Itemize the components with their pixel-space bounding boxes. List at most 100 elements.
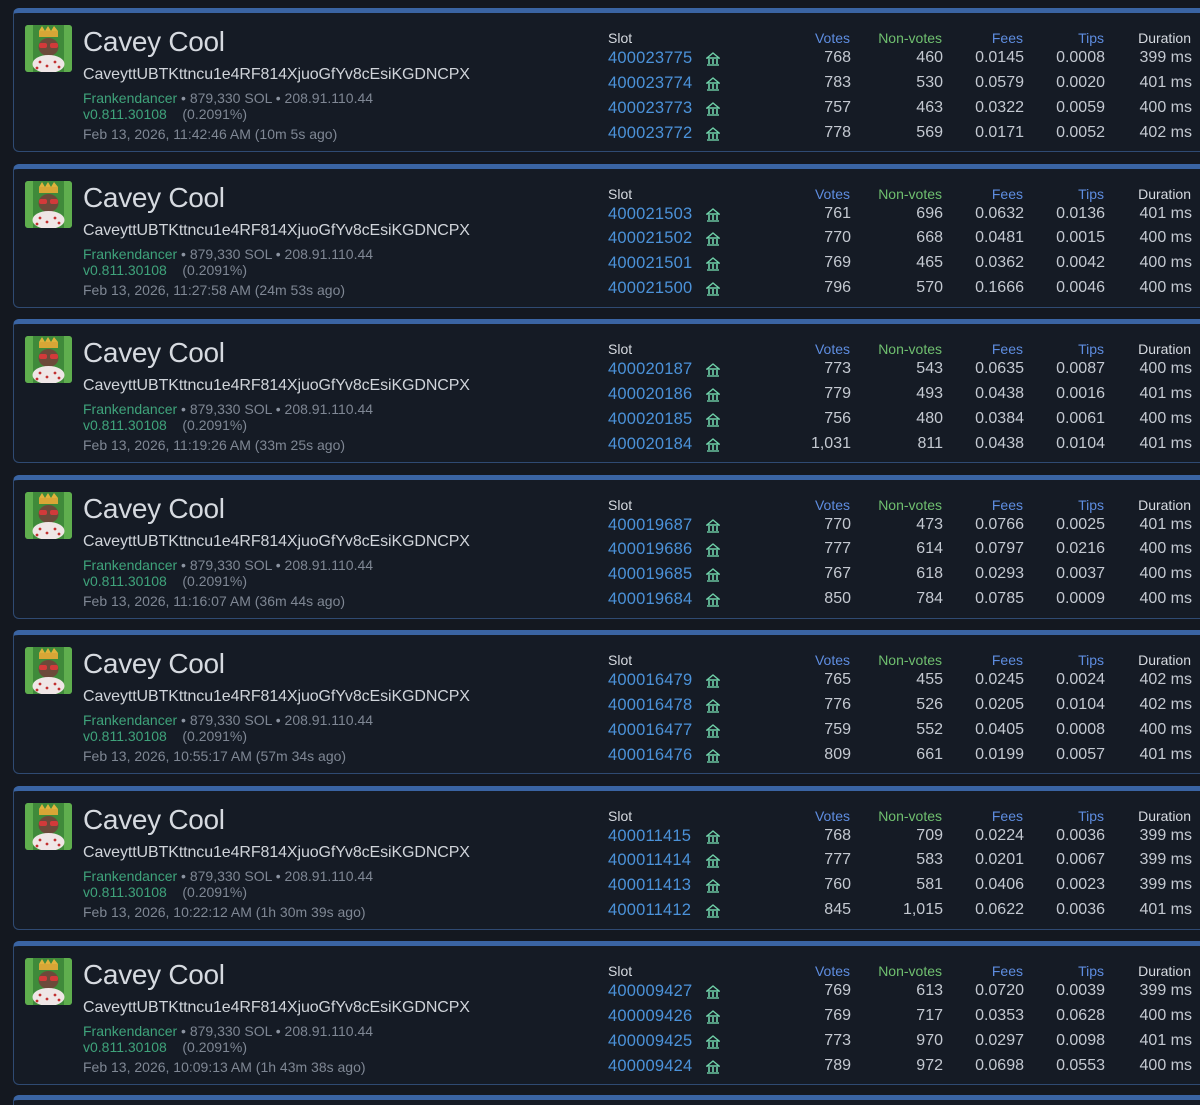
duration-value: 402 ms bbox=[1139, 671, 1192, 688]
slot-link[interactable]: 400023774 bbox=[608, 74, 692, 93]
fees-value: 0.0405 bbox=[975, 720, 1024, 738]
fees-value: 0.0224 bbox=[975, 826, 1024, 844]
tips-value: 0.0628 bbox=[1056, 1006, 1105, 1024]
slot-link[interactable]: 400009427 bbox=[608, 982, 692, 1001]
slot-link[interactable]: 400019686 bbox=[608, 540, 692, 559]
slot-row: 400009426 769 717 0.0353 0.0628 400 ms bbox=[14, 1007, 1200, 1031]
column-header-duration: Duration bbox=[1138, 807, 1191, 824]
leader-schedule-icon[interactable] bbox=[705, 723, 721, 738]
leader-schedule-icon[interactable] bbox=[705, 698, 721, 713]
duration-value: 400 ms bbox=[1139, 1056, 1192, 1074]
leader-schedule-icon[interactable] bbox=[705, 674, 721, 688]
leader-schedule-icon[interactable] bbox=[705, 568, 721, 582]
fees-value: 0.1666 bbox=[975, 279, 1024, 297]
slot-link[interactable]: 400011414 bbox=[608, 851, 691, 870]
leader-schedule-icon[interactable] bbox=[705, 518, 721, 533]
tips-value: 0.0216 bbox=[1056, 540, 1105, 558]
votes-value: 768 bbox=[824, 826, 851, 844]
tips-value: 0.0067 bbox=[1056, 851, 1105, 869]
slot-row: 400019686 777 614 0.0797 0.0216 400 ms bbox=[14, 540, 1200, 564]
duration-value: 399 ms bbox=[1139, 826, 1192, 844]
leader-schedule-icon[interactable] bbox=[705, 748, 721, 763]
nonvotes-value: 661 bbox=[916, 745, 943, 763]
leader-schedule-icon[interactable] bbox=[705, 904, 721, 918]
slot-link[interactable]: 400019687 bbox=[608, 516, 692, 535]
leader-schedule-icon[interactable] bbox=[705, 282, 721, 296]
column-header-tips: Tips bbox=[1078, 963, 1104, 979]
column-header-fees: Fees bbox=[991, 496, 1023, 513]
slot-link[interactable]: 400019685 bbox=[608, 565, 692, 584]
nonvotes-value: 709 bbox=[916, 826, 943, 844]
leader-schedule-icon[interactable] bbox=[705, 985, 721, 999]
column-header-votes: Votes bbox=[814, 807, 850, 824]
column-header-fees: Fees bbox=[991, 807, 1023, 824]
slot-link[interactable]: 400016476 bbox=[608, 746, 692, 765]
leader-schedule-icon[interactable] bbox=[705, 543, 721, 558]
leader-schedule-icon[interactable] bbox=[705, 52, 721, 66]
column-header-fees: Fees bbox=[991, 652, 1023, 668]
tips-value: 0.0553 bbox=[1056, 1056, 1105, 1074]
slot-link[interactable]: 400023773 bbox=[608, 99, 692, 118]
column-header-tips: Tips bbox=[1078, 185, 1104, 202]
column-header-votes: Votes bbox=[814, 652, 850, 668]
leader-schedule-icon[interactable] bbox=[705, 126, 721, 141]
votes-value: 777 bbox=[824, 540, 851, 558]
leader-schedule-icon[interactable] bbox=[705, 437, 721, 452]
leader-schedule-icon[interactable] bbox=[705, 854, 721, 869]
slot-row: 400020185 756 480 0.0384 0.0061 400 ms bbox=[14, 410, 1200, 434]
partial-next-card bbox=[13, 1095, 1200, 1105]
column-header-nonvotes: Non-votes bbox=[878, 963, 942, 979]
leader-schedule-icon[interactable] bbox=[705, 76, 721, 91]
leader-schedule-icon[interactable] bbox=[705, 879, 721, 893]
slot-link[interactable]: 400020187 bbox=[608, 360, 692, 379]
slot-link[interactable]: 400016477 bbox=[608, 721, 692, 740]
slot-row: 400020187 773 543 0.0635 0.0087 400 ms bbox=[14, 360, 1200, 384]
leader-schedule-icon[interactable] bbox=[705, 207, 721, 222]
slot-link[interactable]: 400016479 bbox=[608, 671, 692, 690]
slot-link[interactable]: 400020185 bbox=[608, 410, 692, 429]
slot-link[interactable]: 400016478 bbox=[608, 696, 692, 715]
leader-schedule-icon[interactable] bbox=[705, 257, 721, 271]
leader-schedule-icon[interactable] bbox=[705, 1059, 721, 1074]
nonvotes-value: 473 bbox=[916, 515, 943, 533]
column-header-nonvotes: Non-votes bbox=[878, 652, 942, 668]
slot-link[interactable]: 400009424 bbox=[608, 1057, 692, 1076]
leader-schedule-icon[interactable] bbox=[705, 387, 721, 402]
leader-schedule-icon[interactable] bbox=[705, 101, 721, 116]
leader-slot-card: Cavey Cool CaveyttUBTKttncu1e4RF814XjuoGf… bbox=[13, 785, 1200, 930]
slot-link[interactable]: 400023775 bbox=[608, 49, 692, 68]
slot-link[interactable]: 400023772 bbox=[608, 124, 692, 143]
leader-schedule-icon[interactable] bbox=[705, 1009, 721, 1024]
nonvotes-value: 570 bbox=[916, 279, 943, 297]
tips-value: 0.0052 bbox=[1056, 123, 1105, 141]
slot-link[interactable]: 400020186 bbox=[608, 385, 692, 404]
duration-value: 401 ms bbox=[1139, 515, 1192, 533]
tips-value: 0.0104 bbox=[1056, 695, 1105, 713]
slot-link[interactable]: 400011413 bbox=[608, 876, 691, 895]
leader-schedule-icon[interactable] bbox=[705, 232, 721, 247]
fees-value: 0.0293 bbox=[975, 565, 1024, 583]
leader-schedule-icon[interactable] bbox=[705, 412, 721, 427]
slot-link[interactable]: 400021500 bbox=[608, 279, 692, 298]
fees-value: 0.0766 bbox=[975, 515, 1024, 533]
slot-link[interactable]: 400021502 bbox=[608, 229, 692, 248]
duration-value: 400 ms bbox=[1139, 720, 1192, 738]
slot-link[interactable]: 400011415 bbox=[608, 827, 691, 846]
slot-link[interactable]: 400020184 bbox=[608, 435, 692, 454]
slot-link[interactable]: 400009426 bbox=[608, 1007, 692, 1026]
leader-schedule-icon[interactable] bbox=[705, 1034, 721, 1049]
leader-schedule-icon[interactable] bbox=[705, 593, 721, 607]
fees-value: 0.0698 bbox=[975, 1056, 1024, 1074]
slot-link[interactable]: 400021503 bbox=[608, 205, 692, 224]
slot-link[interactable]: 400021501 bbox=[608, 254, 692, 273]
slot-link[interactable]: 400011412 bbox=[608, 901, 691, 920]
slot-link[interactable]: 400019684 bbox=[608, 590, 692, 609]
leader-schedule-icon[interactable] bbox=[705, 363, 721, 377]
slot-row: 400011413 760 581 0.0406 0.0023 399 ms bbox=[14, 876, 1200, 900]
leader-schedule-icon[interactable] bbox=[705, 829, 721, 844]
column-header-tips: Tips bbox=[1078, 30, 1104, 46]
slot-link[interactable]: 400009425 bbox=[608, 1032, 692, 1051]
tips-value: 0.0061 bbox=[1056, 409, 1105, 427]
tips-value: 0.0087 bbox=[1056, 360, 1105, 377]
slot-row: 400009425 773 970 0.0297 0.0098 401 ms bbox=[14, 1032, 1200, 1056]
